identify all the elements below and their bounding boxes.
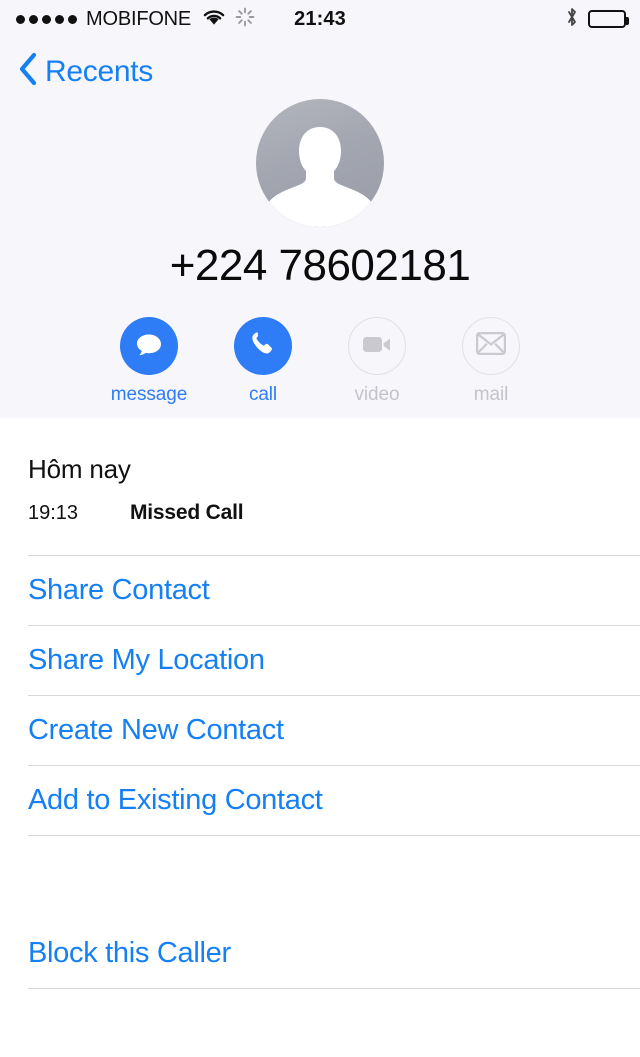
- video-action-label: video: [354, 384, 400, 405]
- phone-handset-icon: [248, 329, 278, 364]
- status-bar-left: MOBIFONE: [16, 7, 255, 32]
- back-button-recents[interactable]: Recents: [0, 38, 153, 91]
- wifi-icon: [201, 7, 227, 31]
- call-button-circle: [234, 317, 292, 375]
- history-day-heading: Hôm nay: [28, 454, 131, 484]
- carrier-name: MOBIFONE: [86, 7, 192, 30]
- separator: [28, 988, 640, 989]
- quick-actions-row: message call video mail: [0, 317, 640, 406]
- share-contact-item[interactable]: Share Contact: [0, 556, 640, 625]
- back-button-label: Recents: [45, 54, 153, 88]
- call-action-label: call: [248, 384, 278, 405]
- call-type-label: Missed Call: [130, 501, 244, 524]
- status-bar-clock: 21:43: [294, 7, 346, 30]
- share-my-location-label: Share My Location: [28, 644, 265, 676]
- default-person-avatar-icon: [256, 99, 384, 227]
- chevron-left-icon: [18, 52, 38, 91]
- message-action-button[interactable]: message: [111, 317, 187, 406]
- status-bar: MOBIFONE 21:43: [0, 0, 640, 38]
- call-detail-content: Hôm nay 19:13 Missed Call Share Contact …: [0, 418, 640, 989]
- call-time: 19:13: [28, 502, 79, 524]
- envelope-icon: [476, 332, 506, 360]
- add-to-existing-contact-label: Add to Existing Contact: [28, 784, 323, 816]
- call-action-button[interactable]: call: [229, 317, 297, 406]
- share-my-location-item[interactable]: Share My Location: [0, 626, 640, 695]
- mail-action-label: mail: [473, 384, 509, 405]
- network-activity-spinner-icon: [235, 7, 255, 32]
- video-button-circle: [348, 317, 406, 375]
- create-new-contact-label: Create New Contact: [28, 714, 284, 746]
- block-this-caller-item[interactable]: Block this Caller: [0, 919, 640, 988]
- bluetooth-icon: [565, 6, 579, 33]
- phone-number: +224 78602181: [169, 241, 471, 290]
- battery-icon: [588, 10, 629, 28]
- mail-action-button: mail: [457, 317, 525, 406]
- contact-header: Recents +224 78602181 message call video…: [0, 38, 640, 418]
- message-button-circle: [120, 317, 178, 375]
- video-action-button: video: [343, 317, 411, 406]
- avatar-container: [0, 99, 640, 227]
- message-bubble-icon: [133, 328, 165, 365]
- video-camera-icon: [361, 333, 393, 360]
- block-this-caller-label: Block this Caller: [28, 937, 231, 969]
- create-new-contact-item[interactable]: Create New Contact: [0, 696, 640, 765]
- message-action-label: message: [110, 384, 188, 405]
- add-to-existing-contact-item[interactable]: Add to Existing Contact: [0, 766, 640, 835]
- signal-strength-dots: [16, 14, 77, 24]
- mail-button-circle: [462, 317, 520, 375]
- call-history-row: 19:13 Missed Call: [0, 485, 640, 525]
- status-bar-right: [565, 6, 629, 33]
- share-contact-label: Share Contact: [28, 574, 210, 606]
